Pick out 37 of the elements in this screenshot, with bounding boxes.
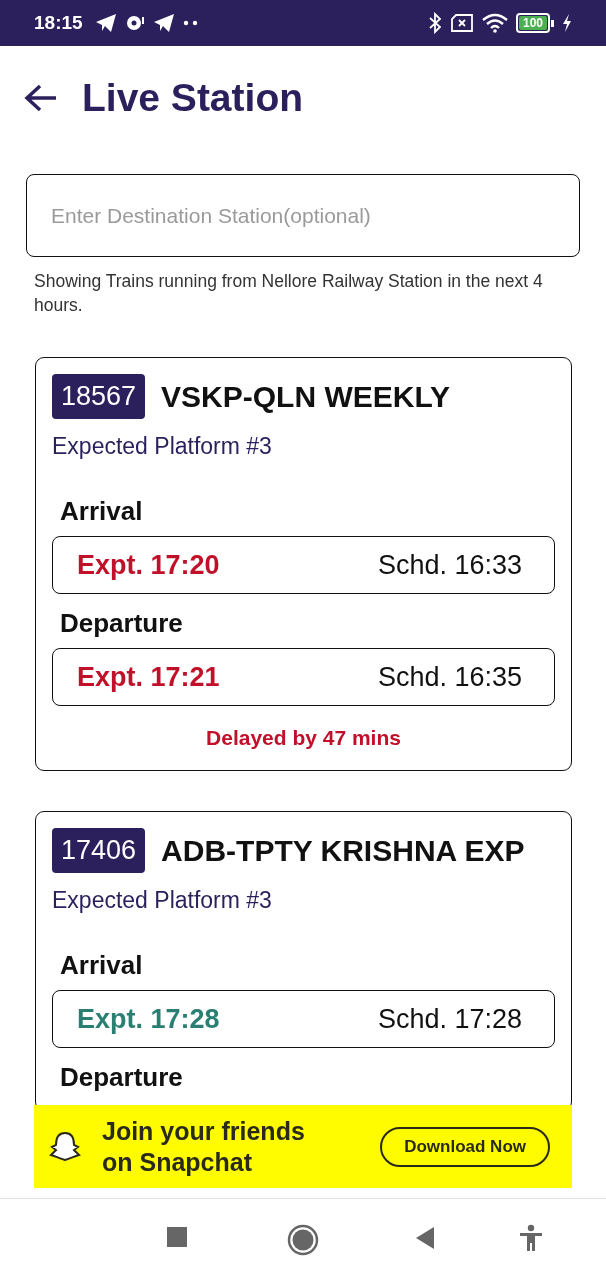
arrival-label: Arrival [60, 498, 144, 524]
arrival-label: Arrival [60, 952, 144, 978]
expected-time: Expt. 17:20 [77, 549, 220, 581]
expected-time: Expt. 17:28 [77, 1003, 220, 1035]
train-name: VSKP-QLN WEEKLY [161, 379, 451, 414]
train-name: ADB-TPTY KRISHNA EXP [161, 833, 525, 868]
platform-text: Expected Platform #3 [52, 887, 273, 914]
back-arrow-icon[interactable] [24, 83, 58, 113]
accessibility-icon[interactable] [519, 1224, 543, 1252]
train-number-badge: 17406 [52, 828, 146, 873]
platform-text: Expected Platform #3 [52, 433, 273, 460]
delay-text: Delayed by 47 mins [205, 726, 402, 750]
clock: 18:15 [34, 12, 83, 34]
page-title: Live Station [82, 76, 304, 120]
download-button[interactable]: Download Now [380, 1126, 550, 1167]
expected-time: Expt. 17:21 [77, 661, 220, 693]
recent-apps-icon[interactable] [166, 1226, 188, 1248]
train-number-badge: 18567 [52, 374, 146, 419]
scheduled-time: Schd. 16:33 [377, 549, 522, 581]
home-icon[interactable] [287, 1224, 319, 1256]
charging-bolt-icon [562, 14, 572, 32]
back-icon[interactable] [414, 1226, 436, 1250]
departure-label: Departure [60, 1064, 184, 1090]
paper-plane-icon [94, 13, 117, 33]
bluetooth-icon [427, 12, 442, 34]
destination-station-field[interactable]: Enter Destination Station(optional) [26, 174, 580, 257]
scheduled-time: Schd. 17:28 [377, 1003, 522, 1035]
paper-plane-icon [152, 13, 175, 33]
notification-icon [124, 13, 145, 33]
ad-text: Join your friends on Snapchat [102, 1115, 306, 1178]
sim-card-icon [449, 14, 474, 32]
info-text: Showing Trains running from Nellore Railway Station in the next 4 hours. [34, 270, 544, 317]
wifi-icon [481, 13, 508, 33]
scheduled-time: Schd. 16:35 [377, 661, 522, 693]
departure-label: Departure [60, 610, 184, 636]
more-dots-icon [182, 20, 199, 26]
ghost-icon [48, 1130, 82, 1163]
